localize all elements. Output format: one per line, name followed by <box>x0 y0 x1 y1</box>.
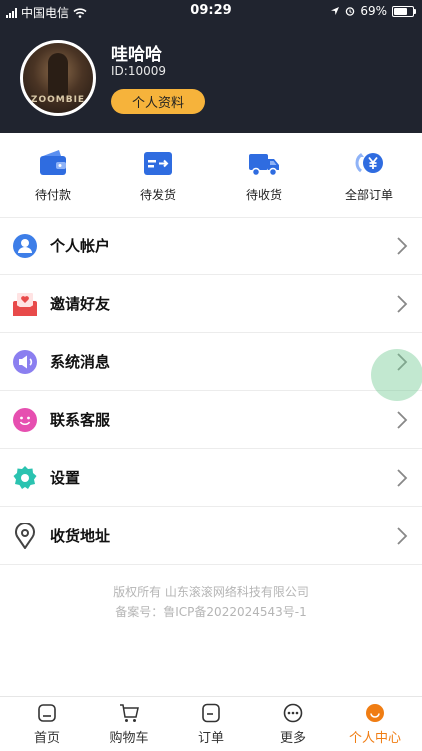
profile-header: 中国电信 09:29 69% ZOOMBIE 哇哈哈 ID:10009 个人资料 <box>0 0 422 133</box>
menu-list: 个人帐户 邀请好友 系统消息 联系客服 设置 收货地址 <box>0 217 422 565</box>
chevron-right-icon <box>397 411 408 429</box>
chevron-right-icon <box>397 527 408 545</box>
menu-item-label: 联系客服 <box>50 411 111 429</box>
card-arrow-icon <box>144 152 172 175</box>
order-label: 待付款 <box>34 188 71 202</box>
location-arrow-icon <box>331 7 340 15</box>
home-icon <box>38 704 56 722</box>
tab-label: 购物车 <box>109 731 149 746</box>
username: 哇哈哈 <box>111 45 162 65</box>
menu-item-invite[interactable]: 邀请好友 <box>0 275 422 333</box>
status-bar: 中国电信 09:29 69% <box>0 0 422 22</box>
tab-label: 个人中心 <box>348 731 401 746</box>
chevron-right-icon <box>397 237 408 255</box>
menu-item-label: 个人帐户 <box>50 237 111 255</box>
speaker-icon <box>13 350 37 374</box>
order-label: 待收货 <box>245 188 282 202</box>
chevron-right-icon <box>397 469 408 487</box>
profile-button[interactable]: 个人资料 <box>111 89 205 114</box>
order-pending-payment[interactable]: 待付款 <box>8 133 98 217</box>
tab-more[interactable]: 更多 <box>251 697 335 751</box>
more-icon <box>283 703 303 723</box>
yen-cycle-icon <box>355 153 383 173</box>
orders-section: 待付款 待发货 待收货 全部订单 <box>0 133 422 218</box>
menu-item-label: 邀请好友 <box>50 295 111 313</box>
smile-chat-icon <box>13 408 37 432</box>
order-label: 全部订单 <box>344 188 393 202</box>
user-circle-icon <box>13 234 37 258</box>
tab-label: 订单 <box>197 731 224 746</box>
menu-item-label: 系统消息 <box>50 353 111 371</box>
heart-envelope-icon <box>13 293 37 316</box>
order-all[interactable]: 全部订单 <box>324 133 414 217</box>
menu-item-label: 收货地址 <box>50 527 111 545</box>
copyright-text: 版权所有 山东滚滚网络科技有限公司 <box>113 585 309 599</box>
avatar[interactable]: ZOOMBIE <box>20 40 96 116</box>
copyright-footer: 版权所有 山东滚滚网络科技有限公司 备案号：鲁ICP备2022024543号-1 <box>0 582 422 622</box>
battery-icon <box>392 5 416 17</box>
order-pending-shipment[interactable]: 待发货 <box>113 133 203 217</box>
icp-text: 备案号：鲁ICP备2022024543号-1 <box>115 605 307 619</box>
order-doc-icon <box>202 703 220 723</box>
wallet-icon <box>40 150 66 175</box>
menu-item-label: 设置 <box>50 469 81 487</box>
gear-icon <box>13 466 37 489</box>
tab-label: 更多 <box>279 731 306 746</box>
touch-ripple <box>371 349 422 401</box>
truck-icon <box>249 154 279 177</box>
order-pending-receipt[interactable]: 待收货 <box>219 133 309 217</box>
menu-item-account[interactable]: 个人帐户 <box>0 217 422 275</box>
alarm-icon <box>346 7 355 16</box>
bottom-tab-bar: 首页 购物车 订单 更多 个人中心 <box>0 696 422 751</box>
smile-user-icon <box>366 704 384 722</box>
tab-label: 首页 <box>33 731 60 746</box>
tab-home[interactable]: 首页 <box>5 697 89 751</box>
chevron-right-icon <box>397 295 408 313</box>
tab-profile[interactable]: 个人中心 <box>333 697 417 751</box>
avatar-logo-text: ZOOMBIE <box>30 95 86 105</box>
tab-cart[interactable]: 购物车 <box>87 697 171 751</box>
menu-item-settings[interactable]: 设置 <box>0 449 422 507</box>
tab-orders[interactable]: 订单 <box>169 697 253 751</box>
menu-item-support[interactable]: 联系客服 <box>0 391 422 449</box>
menu-item-address[interactable]: 收货地址 <box>0 507 422 565</box>
order-label: 待发货 <box>139 188 176 202</box>
menu-item-messages[interactable]: 系统消息 <box>0 333 422 391</box>
location-pin-icon <box>15 523 35 549</box>
cart-icon <box>120 704 139 722</box>
user-id: ID:10009 <box>111 64 166 78</box>
battery-percent: 69% <box>360 4 387 18</box>
